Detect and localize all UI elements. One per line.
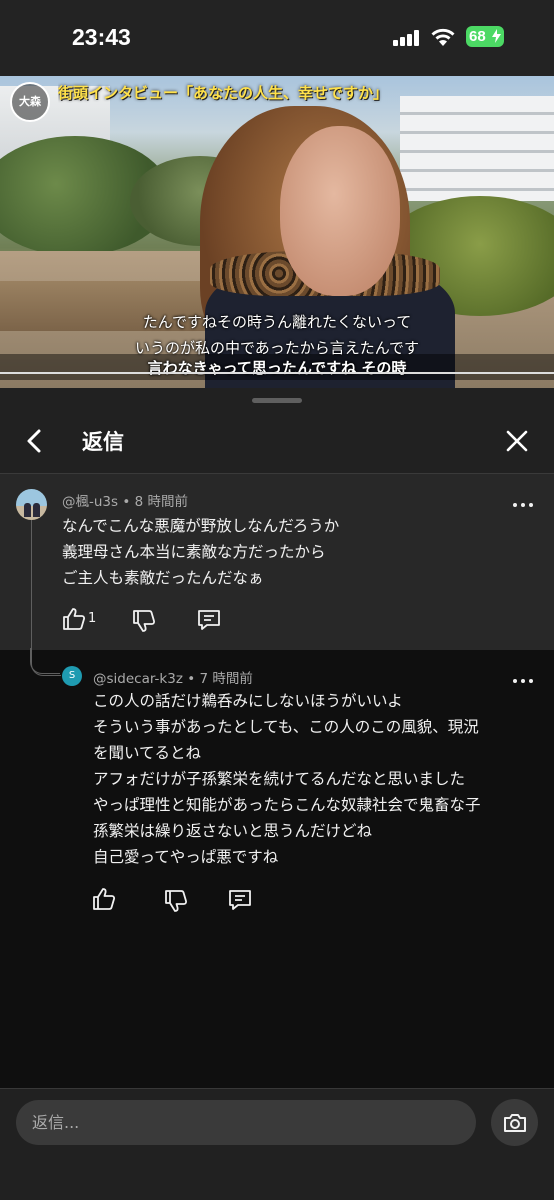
avatar[interactable]	[16, 489, 47, 520]
battery-indicator: 68	[466, 26, 504, 47]
parent-comment: @楓-u3s • 8 時間前 なんでこんな悪魔が野放しなんだろうか 義理母さん本…	[0, 474, 554, 650]
back-icon[interactable]	[20, 426, 50, 456]
dislike-icon[interactable]	[131, 608, 157, 634]
dislike-icon[interactable]	[163, 888, 189, 914]
thread-line	[31, 520, 61, 676]
comment-time: 8 時間前	[134, 494, 189, 510]
channel-logo: 大森	[10, 82, 50, 122]
camera-button[interactable]	[491, 1099, 538, 1146]
comment-body: なんでこんな悪魔が野放しなんだろうか 義理母さん本当に素敵な方だったから ご主人…	[62, 517, 340, 587]
camera-icon	[504, 1114, 526, 1132]
reply-input-bar: 返信...	[0, 1088, 554, 1200]
status-bar: 23:43 68	[0, 0, 554, 76]
video-player[interactable]: 大森 街頭インタビュー「あなたの人生、幸せですか」 たんですねその時うん離れたく…	[0, 76, 554, 388]
close-icon[interactable]	[502, 426, 532, 456]
video-frame-person	[280, 126, 400, 296]
more-icon[interactable]	[511, 669, 535, 693]
caption-line-1: たんですねその時うん離れたくないって	[142, 313, 412, 331]
like-icon[interactable]	[91, 886, 117, 912]
signal-icon	[393, 30, 421, 46]
drag-handle[interactable]	[252, 398, 302, 403]
video-progress-line	[0, 372, 554, 374]
comment-icon[interactable]	[227, 887, 253, 913]
panel-header: 返信	[0, 412, 554, 472]
reply-body: この人の話だけ鵜呑みにしないほうがいいよ そういう事があったとしても、この人のこ…	[93, 692, 481, 866]
comment-meta: @楓-u3s • 8 時間前	[62, 494, 189, 510]
panel-title: 返信	[82, 430, 124, 454]
reply-time: 7 時間前	[199, 671, 253, 687]
like-icon[interactable]	[61, 606, 87, 632]
reply-comment: S @sidecar-k3z • 7 時間前 この人の話だけ鵜呑みにしないほうが…	[0, 648, 554, 1088]
avatar[interactable]: S	[62, 666, 82, 686]
status-time: 23:43	[72, 24, 131, 50]
reply-input[interactable]: 返信...	[16, 1100, 476, 1145]
battery-level: 68	[469, 28, 486, 45]
caption-line-3: 言わなきゃって思ったんですね その時	[147, 359, 407, 377]
reply-meta: @sidecar-k3z • 7 時間前	[93, 671, 253, 687]
like-count: 1	[88, 611, 97, 626]
comment-icon[interactable]	[196, 607, 222, 633]
video-title-overlay: 街頭インタビュー「あなたの人生、幸せですか」	[58, 84, 389, 102]
more-icon[interactable]	[511, 493, 535, 517]
reply-author[interactable]: @sidecar-k3z	[93, 671, 183, 687]
charging-icon	[492, 29, 501, 43]
comment-author[interactable]: @楓-u3s	[62, 494, 118, 510]
wifi-icon	[431, 28, 455, 46]
